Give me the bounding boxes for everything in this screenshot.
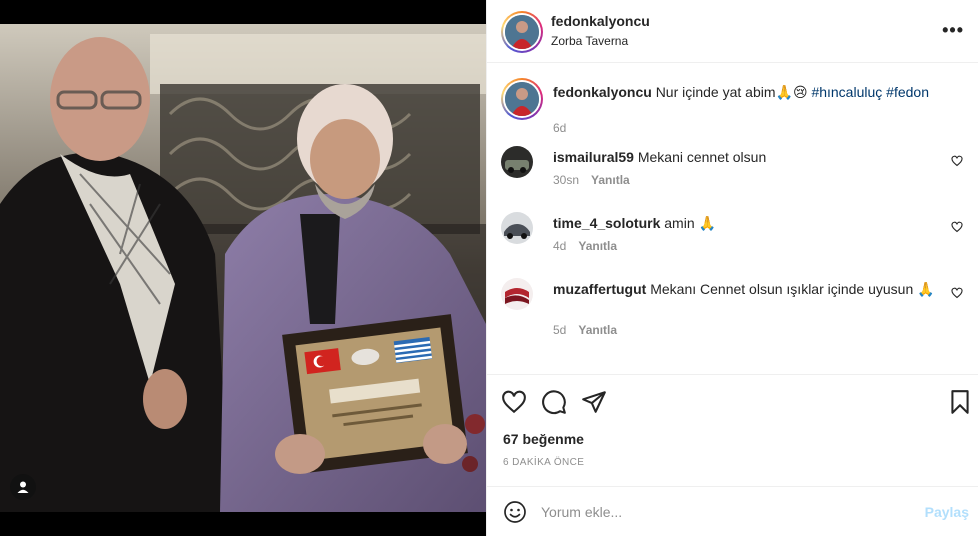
comment-body: Mekanı Cennet olsun ışıklar içinde uyusu… [650,281,935,297]
comment-body: Mekani cennet olsun [637,149,767,165]
comment-username[interactable]: ismailural59 [553,149,634,165]
more-options-icon[interactable]: ••• [942,20,964,41]
reply-button[interactable]: Yanıtla [578,323,617,337]
comment-age: 4d [553,239,567,253]
comment-text: muzaffertugut Mekanı Cennet olsun ışıkla… [553,280,953,298]
like-count[interactable]: 67 beğenme [503,431,584,447]
caption-body: Nur içinde yat abim🙏😢 [655,84,808,100]
post-actions: 67 beğenme 6 DAKİKA ÖNCE [487,374,978,486]
caption-text: fedonkalyoncu Nur içinde yat abim🙏😢 #hın… [553,83,953,101]
post-media [0,0,486,536]
avatar-image [501,212,533,244]
comment-username[interactable]: time_4_soloturk [553,215,660,231]
avatar-image [501,278,533,310]
comment-age: 30sn [553,173,580,187]
comment-text: time_4_soloturk amin 🙏 [553,214,953,232]
comment-item: ismailural59 Mekani cennet olsun 30sn Yan… [501,146,971,196]
comment-meta: 30sn Yanıtla [553,173,630,187]
author-avatar[interactable] [501,11,543,53]
caption-age: 6d [553,121,567,135]
avatar-image [505,82,539,116]
caption-hashtags[interactable]: #hıncaluluç #fedon [811,84,929,100]
comment-icon[interactable] [541,389,567,415]
photo-illustration [0,24,486,512]
add-comment-bar: Paylaş [487,486,978,536]
commenter-avatar[interactable] [501,278,533,310]
post-location[interactable]: Zorba Taverna [551,34,650,48]
user-tag-button[interactable] [10,474,36,500]
post-timestamp: 6 DAKİKA ÖNCE [503,457,585,468]
heart-icon[interactable] [951,221,963,233]
commenter-avatar[interactable] [501,146,533,178]
reply-button[interactable]: Yanıtla [591,173,630,187]
caption: fedonkalyoncu Nur içinde yat abim🙏😢 #hın… [501,78,971,138]
comment-item: time_4_soloturk amin 🙏 4d Yanıtla [501,212,971,262]
commenter-avatar[interactable] [501,212,533,244]
user-tag-icon [17,481,29,493]
avatar-image [501,146,533,178]
share-icon[interactable] [581,389,607,415]
comment-item: muzaffertugut Mekanı Cennet olsun ışıkla… [501,278,971,348]
post-comment-button[interactable]: Paylaş [925,504,969,520]
post-side-panel: fedonkalyoncu Zorba Taverna ••• fedonkal… [486,0,978,536]
author-username[interactable]: fedonkalyoncu [551,13,650,29]
heart-icon[interactable] [951,287,963,299]
comment-body: amin 🙏 [664,215,716,231]
comment-meta: 4d Yanıtla [553,239,617,253]
comment-text: ismailural59 Mekani cennet olsun [553,148,953,166]
reply-button[interactable]: Yanıtla [578,239,617,253]
comment-username[interactable]: muzaffertugut [553,281,646,297]
comment-input[interactable] [541,501,901,523]
comment-age: 5d [553,323,567,337]
heart-icon[interactable] [951,155,963,167]
post-header: fedonkalyoncu Zorba Taverna ••• [487,0,978,63]
emoji-icon[interactable] [503,500,527,524]
post-photo[interactable] [0,24,486,512]
caption-username[interactable]: fedonkalyoncu [553,84,652,100]
avatar-image [505,15,539,49]
bookmark-icon[interactable] [947,389,973,415]
comments-list: fedonkalyoncu Nur içinde yat abim🙏😢 #hın… [487,64,978,374]
heart-icon[interactable] [501,389,527,415]
comment-meta: 5d Yanıtla [553,323,617,337]
caption-avatar[interactable] [501,78,543,120]
